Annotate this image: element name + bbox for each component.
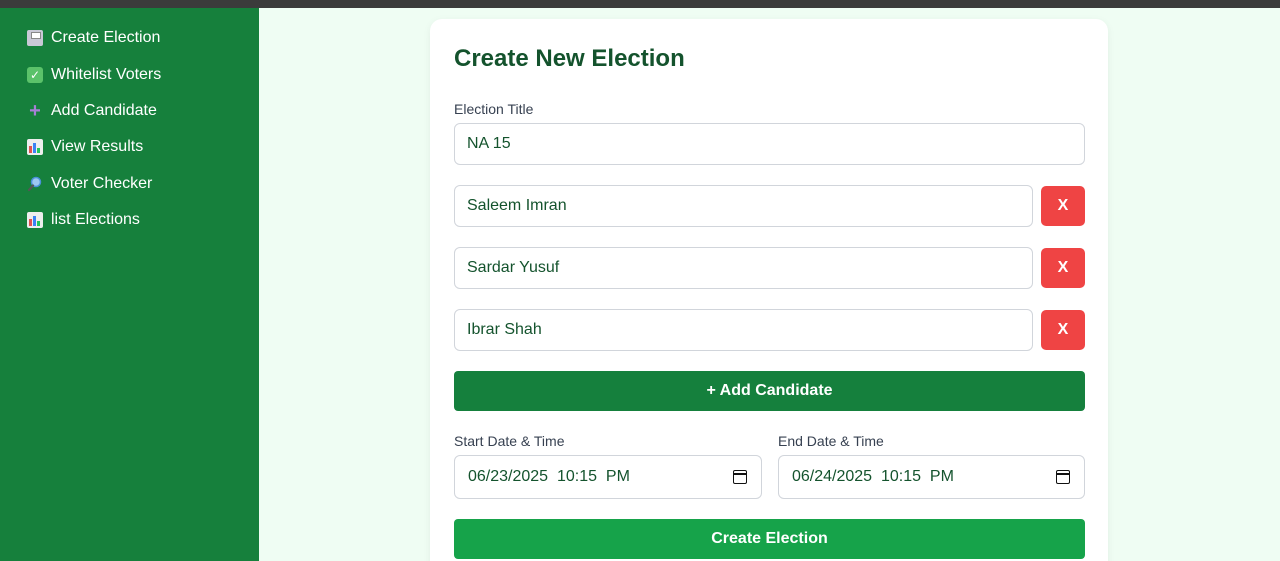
main-content: Create New Election Election Title NA 15… bbox=[259, 8, 1280, 561]
sidebar-item-label: Voter Checker bbox=[51, 174, 153, 192]
window-top-bar bbox=[0, 0, 1280, 8]
start-datetime-value: 06/23/2025 10:15 PM bbox=[468, 468, 630, 485]
sidebar-item-label: Add Candidate bbox=[51, 101, 157, 119]
sidebar: Create Election ✓ Whitelist Voters + Add… bbox=[0, 8, 259, 561]
remove-candidate-button[interactable]: X bbox=[1041, 248, 1085, 288]
end-datetime-value: 06/24/2025 10:15 PM bbox=[792, 468, 954, 485]
page-title: Create New Election bbox=[454, 45, 685, 72]
sidebar-item-voter-checker[interactable]: Voter Checker bbox=[0, 166, 259, 202]
calendar-icon[interactable] bbox=[1056, 470, 1070, 484]
ballot-box-icon bbox=[27, 30, 43, 47]
candidate-name-input[interactable]: Saleem Imran bbox=[454, 185, 1033, 227]
check-mark-icon: ✓ bbox=[27, 66, 43, 83]
sidebar-item-whitelist-voters[interactable]: ✓ Whitelist Voters bbox=[0, 56, 259, 92]
election-title-input[interactable]: NA 15 bbox=[454, 123, 1085, 165]
create-election-button[interactable]: Create Election bbox=[454, 519, 1085, 559]
remove-candidate-button[interactable]: X bbox=[1041, 186, 1085, 226]
sidebar-item-list-elections[interactable]: list Elections bbox=[0, 202, 259, 238]
sidebar-item-add-candidate[interactable]: + Add Candidate bbox=[0, 93, 259, 129]
election-title-label: Election Title bbox=[454, 101, 534, 117]
election-form-card: Create New Election Election Title NA 15… bbox=[430, 19, 1108, 561]
remove-candidate-button[interactable]: X bbox=[1041, 310, 1085, 350]
start-datetime-label: Start Date & Time bbox=[454, 433, 565, 449]
add-candidate-button[interactable]: + Add Candidate bbox=[454, 371, 1085, 411]
sidebar-item-create-election[interactable]: Create Election bbox=[0, 20, 259, 56]
sidebar-item-label: Create Election bbox=[51, 29, 161, 47]
sidebar-item-label: list Elections bbox=[51, 211, 140, 229]
magnifier-icon bbox=[27, 176, 43, 192]
end-datetime-input[interactable]: 06/24/2025 10:15 PM bbox=[778, 455, 1085, 499]
end-datetime-label: End Date & Time bbox=[778, 433, 884, 449]
candidate-name-input[interactable]: Sardar Yusuf bbox=[454, 247, 1033, 289]
sidebar-item-label: Whitelist Voters bbox=[51, 65, 162, 83]
bar-chart-icon bbox=[27, 212, 43, 229]
sidebar-item-view-results[interactable]: View Results bbox=[0, 129, 259, 165]
calendar-icon[interactable] bbox=[733, 470, 747, 484]
sidebar-item-label: View Results bbox=[51, 138, 144, 156]
plus-icon: + bbox=[29, 99, 41, 122]
candidate-name-input[interactable]: Ibrar Shah bbox=[454, 309, 1033, 351]
bar-chart-icon bbox=[27, 139, 43, 156]
start-datetime-input[interactable]: 06/23/2025 10:15 PM bbox=[454, 455, 762, 499]
